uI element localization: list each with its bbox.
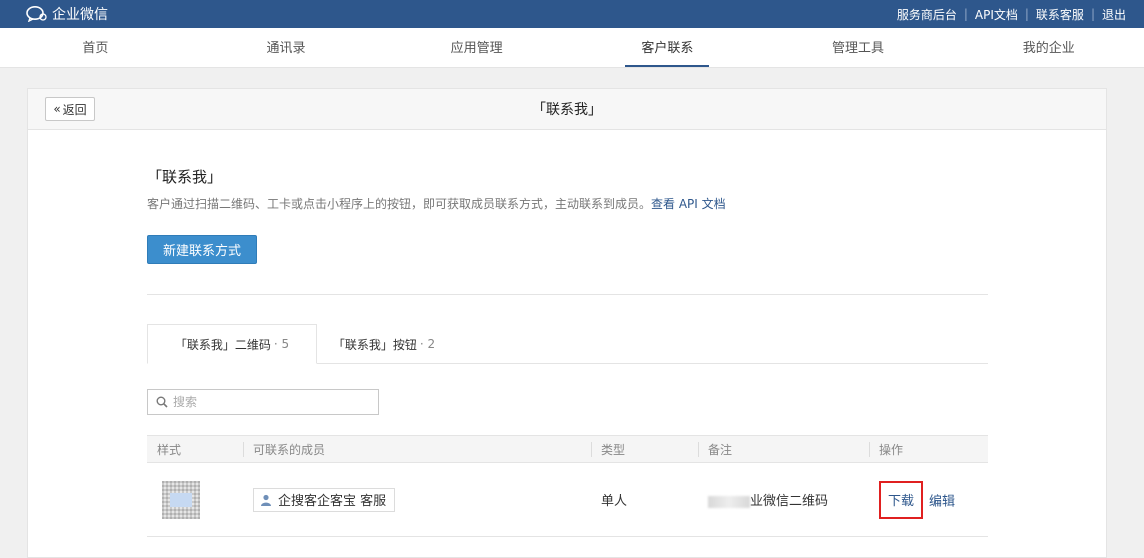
section-description: 客户通过扫描二维码、工卡或点击小程序上的按钮，即可获取成员联系方式，主动联系到成… xyxy=(147,195,988,212)
divider: | xyxy=(1090,7,1095,21)
logo-text: 企业微信 xyxy=(52,7,108,23)
provider-backend-link[interactable]: 服务商后台 xyxy=(897,6,957,23)
nav-customer-contact[interactable]: 客户联系 xyxy=(625,28,710,67)
nav-app-management[interactable]: 应用管理 xyxy=(435,28,519,67)
nav-home[interactable]: 首页 xyxy=(66,28,124,67)
top-bar: 企业微信 服务商后台 | API文档 | 联系客服 | 退出 xyxy=(0,0,1144,28)
new-contact-method-button[interactable]: 新建联系方式 xyxy=(147,235,257,264)
member-name: 企搜客企客宝 客服 xyxy=(278,494,387,509)
search-icon xyxy=(156,396,168,408)
member-cell: 企搜客企客宝 客服 xyxy=(243,462,591,537)
table-row: 企搜客企客宝 客服 单人 业微信二维码 下载 编辑 xyxy=(147,462,988,537)
nav-management-tools[interactable]: 管理工具 xyxy=(816,28,900,67)
remark-text: 业微信二维码 xyxy=(750,494,829,509)
divider: | xyxy=(963,7,968,21)
actions-cell: 下载 编辑 xyxy=(869,462,988,537)
tab-button-count: · 2 xyxy=(419,337,436,351)
contact-support-link[interactable]: 联系客服 xyxy=(1036,6,1084,23)
blurred-text xyxy=(708,495,750,508)
panel-header: « 返回 「联系我」 xyxy=(28,89,1106,130)
search-input[interactable] xyxy=(173,395,373,409)
download-highlight: 下载 xyxy=(879,480,923,519)
nav-item-contacts: 通讯录 xyxy=(191,28,382,67)
col-remark: 备注 xyxy=(698,435,869,463)
top-links: 服务商后台 | API文档 | 联系客服 | 退出 xyxy=(897,6,1126,23)
tab-qr-code-count: · 5 xyxy=(273,337,290,351)
back-button[interactable]: « 返回 xyxy=(45,97,95,121)
user-icon xyxy=(261,494,271,506)
section-divider xyxy=(147,294,988,295)
nav-item-customer-contact: 客户联系 xyxy=(572,28,763,67)
main-nav: 首页 通讯录 应用管理 客户联系 管理工具 我的企业 xyxy=(0,28,1144,68)
nav-item-my-company: 我的企业 xyxy=(953,28,1144,67)
nav-item-tools: 管理工具 xyxy=(763,28,954,67)
style-cell xyxy=(147,462,243,537)
remark-cell: 业微信二维码 xyxy=(698,462,869,537)
col-type: 类型 xyxy=(591,435,698,463)
tab-qr-code[interactable]: 「联系我」二维码 · 5 xyxy=(147,324,317,364)
contact-table: 样式 可联系的成员 类型 备注 操作 企搜客企客宝 客服 单人 业微信二维码 下… xyxy=(147,435,988,537)
tab-button-label: 「联系我」按钮 xyxy=(332,337,417,352)
section-title: 「联系我」 xyxy=(147,168,223,186)
member-tag: 企搜客企客宝 客服 xyxy=(253,487,396,512)
nav-item-home: 首页 xyxy=(0,28,191,67)
tab-button[interactable]: 「联系我」按钮 · 2 xyxy=(319,324,449,364)
double-chevron-left-icon: « xyxy=(53,102,61,116)
tab-bar: 「联系我」二维码 · 5 「联系我」按钮 · 2 xyxy=(147,324,988,364)
api-docs-link[interactable]: API文档 xyxy=(975,6,1018,23)
logout-link[interactable]: 退出 xyxy=(1102,6,1126,23)
download-link[interactable]: 下载 xyxy=(888,490,914,509)
panel-content: 「联系我」 客户通过扫描二维码、工卡或点击小程序上的按钮，即可获取成员联系方式，… xyxy=(147,130,988,537)
tab-qr-code-label: 「联系我」二维码 xyxy=(174,337,271,352)
nav-item-apps: 应用管理 xyxy=(381,28,572,67)
back-label: 返回 xyxy=(62,102,87,117)
type-cell: 单人 xyxy=(591,462,698,537)
nav-my-company[interactable]: 我的企业 xyxy=(1007,28,1091,67)
table-header-row: 样式 可联系的成员 类型 备注 操作 xyxy=(147,435,988,463)
api-doc-link[interactable]: 查看 API 文档 xyxy=(651,197,726,211)
description-text: 客户通过扫描二维码、工卡或点击小程序上的按钮，即可获取成员联系方式，主动联系到成… xyxy=(147,197,652,211)
logo[interactable]: 企业微信 xyxy=(26,4,108,24)
content-panel: « 返回 「联系我」 「联系我」 客户通过扫描二维码、工卡或点击小程序上的按钮，… xyxy=(27,88,1107,558)
edit-link[interactable]: 编辑 xyxy=(929,494,955,509)
qr-code-thumbnail[interactable] xyxy=(162,480,200,519)
wecom-logo-icon xyxy=(26,6,47,22)
col-actions: 操作 xyxy=(869,435,988,463)
nav-contacts[interactable]: 通讯录 xyxy=(251,28,322,67)
search-box xyxy=(147,389,379,415)
col-style: 样式 xyxy=(147,435,243,463)
col-members: 可联系的成员 xyxy=(243,435,591,463)
divider: | xyxy=(1024,7,1029,21)
panel-title: 「联系我」 xyxy=(532,102,602,118)
